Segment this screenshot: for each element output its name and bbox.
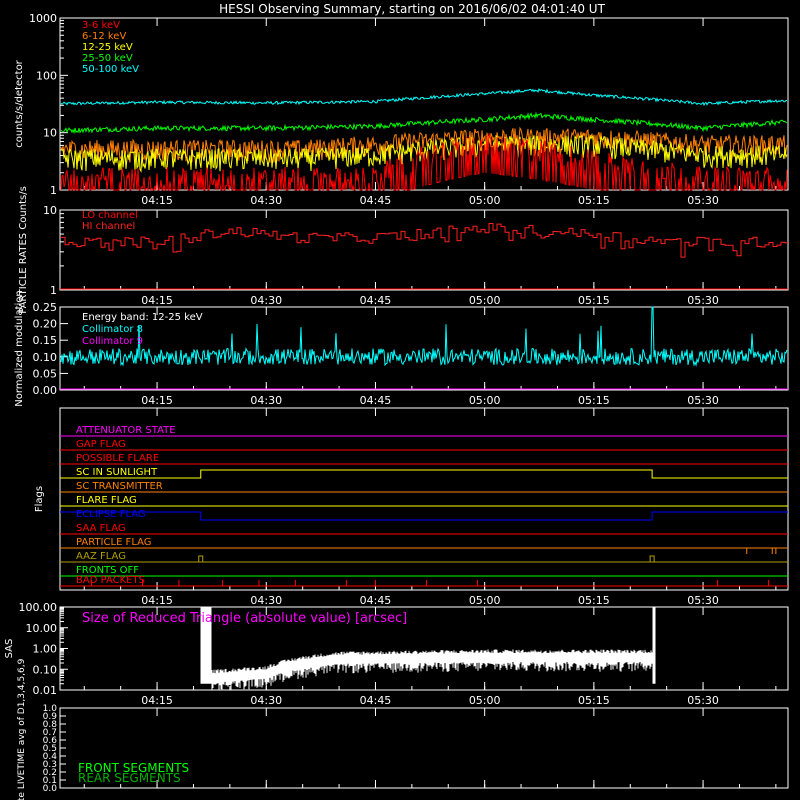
flag-label-5: FLARE FLAG — [76, 495, 137, 506]
sas-annotation: Size of Reduced Triangle (absolute value… — [82, 611, 407, 626]
flag-label-4: SC TRANSMITTER — [76, 481, 163, 492]
series-25-50-kev-line — [60, 111, 788, 135]
aaz-pulse — [649, 555, 655, 562]
modulation-ytick-label: 0.05 — [33, 367, 58, 380]
modulation-ytick-label: 0.25 — [33, 301, 58, 314]
count-rates-ytick-label: 10 — [43, 127, 57, 140]
sas-ylabel: SAS — [4, 639, 15, 659]
particle-rates-legend-0: LO channel — [82, 210, 138, 221]
flag-label-2: POSSIBLE FLARE — [76, 453, 159, 464]
count-rates-xtick-label: 04:30 — [250, 194, 282, 207]
flags-xtick-label: 04:30 — [250, 594, 282, 607]
flag-label-9: AAZ FLAG — [76, 551, 126, 562]
modulation-xtick-label: 05:30 — [687, 394, 719, 407]
sas-ytick-label: 1.00 — [33, 643, 58, 656]
particle-rates-legend-1: HI channel — [82, 221, 135, 232]
count-rates-xtick-label: 05:30 — [687, 194, 719, 207]
flag-label-11: BAD PACKETS — [76, 575, 145, 586]
series-hi-channel-line — [61, 223, 788, 258]
flag-label-0: ATTENUATOR STATE — [76, 425, 176, 436]
sas-xtick-label: 04:45 — [360, 694, 392, 707]
sas-ytick-label: 100.00 — [19, 601, 58, 614]
flag-label-8: PARTICLE FLAG — [76, 537, 152, 548]
modulation-ytick-label: 0.10 — [33, 351, 58, 364]
flags-xtick-label: 05:15 — [578, 594, 610, 607]
sas-xtick-label: 05:00 — [469, 694, 501, 707]
count-rates-legend-2: 12-25 keV — [82, 42, 133, 53]
count-rates-legend-4: 50-100 keV — [82, 64, 139, 75]
count-rates-ytick-label: 100 — [36, 69, 57, 82]
livetime-ytick-label: 1.0 — [43, 704, 58, 714]
particle-rates-xtick-label: 04:15 — [141, 294, 173, 307]
flags-xtick-label: 05:30 — [687, 594, 719, 607]
count-rates-legend-1: 6-12 keV — [82, 31, 126, 42]
count-rates-legend-0: 3-6 keV — [82, 20, 120, 31]
sas-xtick-label: 04:30 — [250, 694, 282, 707]
modulation-xtick-label: 05:15 — [578, 394, 610, 407]
modulation-annotation: Energy band: 12-25 keV — [82, 312, 203, 323]
modulation-ylabel: Normalized modulation — [14, 290, 25, 407]
count-rates-ytick-label: 1 — [50, 184, 57, 197]
livetime-ylabel: Mon. Rate LIVETIME avg of D1,3,4,5,6,9 — [17, 658, 27, 800]
flags-xtick-label: 04:15 — [141, 594, 173, 607]
flag-label-7: SAA FLAG — [76, 523, 126, 534]
modulation-xtick-label: 04:30 — [250, 394, 282, 407]
modulation-xtick-label: 04:45 — [360, 394, 392, 407]
particle-rates-ytick-label: 10 — [43, 204, 57, 217]
count-rates-ytick-label: 1000 — [29, 12, 57, 25]
count-rates-xtick-label: 04:15 — [141, 194, 173, 207]
flags-xtick-label: 05:00 — [469, 594, 501, 607]
livetime-legend-1: REAR SEGMENTS — [78, 771, 181, 785]
count-rates-ylabel: counts/s/detector — [14, 59, 25, 147]
modulation-xtick-label: 04:15 — [141, 394, 173, 407]
count-rates-xtick-label: 05:15 — [578, 194, 610, 207]
sas-ytick-label: 10.00 — [26, 622, 58, 635]
modulation-xtick-label: 05:00 — [469, 394, 501, 407]
count-rates-legend-3: 25-50 keV — [82, 53, 133, 64]
modulation-legend-1: Collimator 9 — [82, 336, 143, 347]
modulation-ytick-label: 0.20 — [33, 318, 58, 331]
flags-ylabel: Flags — [34, 486, 45, 512]
flag-label-1: GAP FLAG — [76, 439, 126, 450]
flag-label-3: SC IN SUNLIGHT — [76, 467, 158, 478]
modulation-legend-0: Collimator 8 — [82, 324, 143, 335]
hessi-summary-chart: HESSI Observing Summary, starting on 201… — [4, 2, 789, 800]
sas-ytick-label: 0.01 — [33, 684, 58, 697]
count-rates-xtick-label: 05:00 — [469, 194, 501, 207]
sas-ytick-label: 0.10 — [33, 663, 58, 676]
particle-rates-xtick-label: 04:30 — [250, 294, 282, 307]
sas-xtick-label: 05:15 — [578, 694, 610, 707]
particle-rates-xtick-label: 04:45 — [360, 294, 392, 307]
particle-rates-xtick-label: 05:30 — [687, 294, 719, 307]
flag-line-6 — [60, 511, 788, 521]
particle-rates-xtick-label: 05:15 — [578, 294, 610, 307]
sas-xtick-label: 04:15 — [141, 694, 173, 707]
modulation-ytick-label: 0.00 — [33, 384, 58, 397]
flag-line-3 — [60, 469, 788, 479]
series-50-100-kev-line — [60, 88, 787, 107]
particle-rates-frame — [59, 209, 789, 291]
chart-title: HESSI Observing Summary, starting on 201… — [219, 2, 605, 16]
aaz-pulse — [198, 555, 204, 562]
modulation-ytick-label: 0.15 — [33, 334, 58, 347]
particle-rates-ytick-label: 1 — [50, 284, 57, 297]
particle-rates-xtick-label: 05:00 — [469, 294, 501, 307]
sas-xtick-label: 05:30 — [687, 694, 719, 707]
flag-label-6: ECLIPSE FLAG — [76, 509, 146, 520]
count-rates-xtick-label: 04:45 — [360, 194, 392, 207]
flags-xtick-label: 04:45 — [360, 594, 392, 607]
